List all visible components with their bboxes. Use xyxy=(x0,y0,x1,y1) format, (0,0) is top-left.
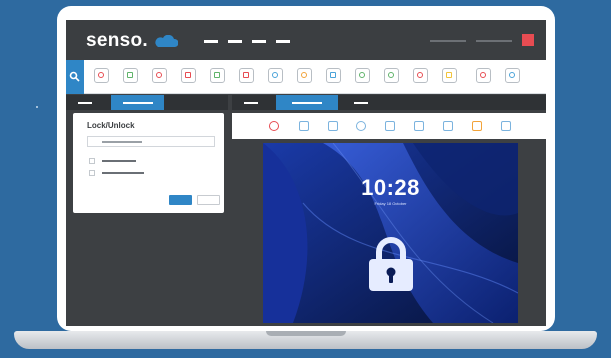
group-icon[interactable] xyxy=(355,68,370,83)
nav-item-2[interactable] xyxy=(228,40,242,43)
option-label-1 xyxy=(102,160,136,162)
stop-button[interactable] xyxy=(522,34,534,46)
laptop-notch xyxy=(266,331,346,336)
cloud-icon xyxy=(155,35,178,47)
message-input[interactable] xyxy=(87,136,215,147)
dialog-title: Lock/Unlock xyxy=(87,121,135,130)
wallpaper xyxy=(263,143,518,323)
left-panel-tabs xyxy=(66,95,228,110)
right-tab-2-active[interactable] xyxy=(276,95,338,110)
login-icon[interactable] xyxy=(268,68,283,83)
lock-icon xyxy=(369,237,413,291)
remote-lock-screen: 10:28 Friday 18 October xyxy=(263,143,518,323)
option-label-2 xyxy=(102,172,144,174)
right-tab-1[interactable] xyxy=(244,102,258,104)
app-window: senso. Lock/Unlock 10:28 Friday 18 Octob… xyxy=(66,20,546,326)
screen-toolbar xyxy=(232,113,546,139)
nav-item-4[interactable] xyxy=(276,40,290,43)
camera-icon[interactable] xyxy=(443,121,453,131)
copy-icon[interactable] xyxy=(328,121,338,131)
nav-item-3[interactable] xyxy=(252,40,266,43)
right-tab-2-label xyxy=(292,102,322,104)
block-icon[interactable] xyxy=(94,68,109,83)
warning-icon[interactable] xyxy=(476,68,491,83)
share-icon[interactable] xyxy=(501,121,511,131)
clock-date: Friday 18 October xyxy=(374,201,407,206)
document-icon[interactable] xyxy=(326,68,341,83)
left-tab-2-label xyxy=(123,102,153,104)
camera xyxy=(305,11,315,24)
folder-icon[interactable] xyxy=(472,121,482,131)
app-header: senso. xyxy=(66,20,546,60)
header-link-1[interactable] xyxy=(430,40,466,42)
brand-logo: senso. xyxy=(86,30,148,51)
nav-item-1[interactable] xyxy=(204,40,218,43)
monitor-icon[interactable] xyxy=(385,121,395,131)
right-panel-tabs xyxy=(232,95,546,110)
launch-icon[interactable] xyxy=(384,68,399,83)
fullscreen-icon[interactable] xyxy=(414,121,424,131)
fit-screen-icon[interactable] xyxy=(299,121,309,131)
background-dot xyxy=(36,106,38,108)
right-tab-3[interactable] xyxy=(354,102,368,104)
action-toolbar xyxy=(66,60,546,94)
mute-icon[interactable] xyxy=(152,68,167,83)
chat-icon[interactable] xyxy=(210,68,225,83)
web-filter-icon[interactable] xyxy=(123,68,138,83)
shield-icon[interactable] xyxy=(505,68,520,83)
option-checkbox-1[interactable] xyxy=(89,158,95,164)
lock-unlock-dialog: Lock/Unlock xyxy=(73,113,224,213)
info-icon[interactable] xyxy=(356,121,366,131)
cancel-button[interactable] xyxy=(197,195,220,205)
confirm-button[interactable] xyxy=(169,195,192,205)
block-screen-icon[interactable] xyxy=(269,121,279,131)
left-tab-1[interactable] xyxy=(78,102,92,104)
clipboard-icon[interactable] xyxy=(442,68,457,83)
option-checkbox-2[interactable] xyxy=(89,170,95,176)
search-button[interactable] xyxy=(66,60,84,94)
rocket-icon[interactable] xyxy=(297,68,312,83)
header-link-2[interactable] xyxy=(476,40,512,42)
search-icon xyxy=(69,71,80,82)
usb-icon[interactable] xyxy=(413,68,428,83)
safety-icon[interactable] xyxy=(181,68,196,83)
clock-time: 10:28 xyxy=(361,175,420,200)
left-tab-2-active[interactable] xyxy=(111,95,164,110)
video-icon[interactable] xyxy=(239,68,254,83)
